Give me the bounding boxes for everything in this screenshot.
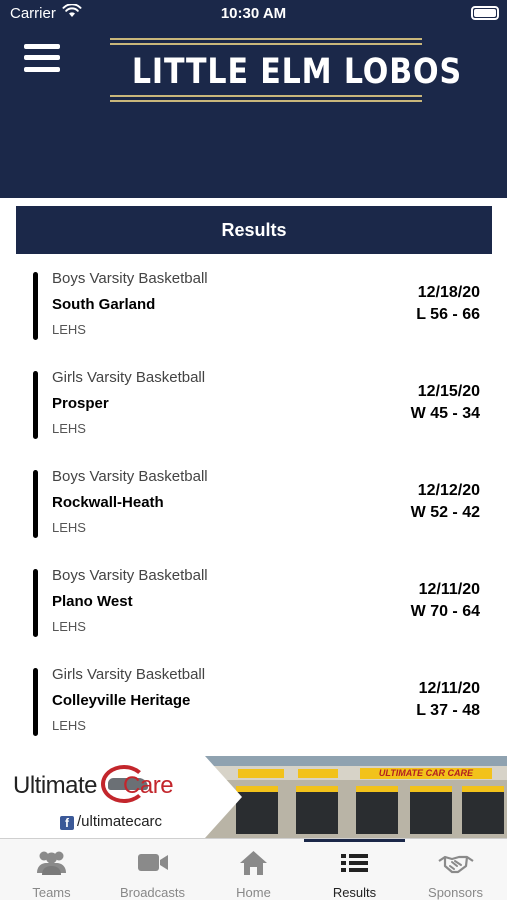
teams-icon xyxy=(1,849,102,877)
row-accent-bar xyxy=(33,668,38,736)
sponsor-brand-right: Care xyxy=(123,772,174,799)
opponent-name: Plano West xyxy=(52,593,133,610)
opponent-name: Prosper xyxy=(52,395,109,412)
game-score: W 70 - 64 xyxy=(410,603,480,620)
tab-home[interactable]: Home xyxy=(203,839,304,900)
tab-broadcasts[interactable]: Broadcasts xyxy=(102,839,203,900)
game-date: 12/11/20 xyxy=(418,680,480,697)
row-accent-bar xyxy=(33,371,38,439)
game-date: 12/12/20 xyxy=(417,482,480,499)
shop-photo: ULTIMATE CAR CARE xyxy=(200,756,507,838)
tab-label: Teams xyxy=(32,885,71,900)
row-accent-bar xyxy=(33,470,38,538)
school-label: LEHS xyxy=(52,421,86,436)
result-row[interactable]: Boys Varsity Basketball South Garland LE… xyxy=(0,270,507,369)
app-header: Carrier 10:30 AM LITTLE ELM LOBOS xyxy=(0,0,507,198)
opponent-name: South Garland xyxy=(52,296,156,313)
list-icon xyxy=(304,849,405,877)
school-label: LEHS xyxy=(52,619,86,634)
hamburger-menu-icon[interactable] xyxy=(24,42,62,74)
result-row[interactable]: Boys Varsity Basketball Rockwall-Heath L… xyxy=(0,468,507,567)
opponent-name: Colleyville Heritage xyxy=(52,692,191,709)
shop-sign: ULTIMATE CAR CARE xyxy=(360,768,492,779)
tab-bar: Teams Broadcasts Home Results Sponsors xyxy=(0,838,507,900)
row-accent-bar xyxy=(33,272,38,340)
facebook-icon: f xyxy=(60,816,74,830)
sponsor-ad-banner[interactable]: ULTIMATE CAR CARE Ultimate Care f/ultimat… xyxy=(0,756,507,838)
social-handle: /ultimatecarc xyxy=(77,813,163,830)
handshake-icon xyxy=(405,849,506,877)
team-logo-text: LITTLE ELM LOBOS xyxy=(131,52,463,92)
opponent-name: Rockwall-Heath xyxy=(52,494,164,511)
school-label: LEHS xyxy=(52,322,86,337)
tab-label: Sponsors xyxy=(428,885,483,900)
result-row[interactable]: Boys Varsity Basketball Plano West LEHS … xyxy=(0,567,507,666)
school-label: LEHS xyxy=(52,718,86,733)
game-score: W 52 - 42 xyxy=(410,504,480,521)
row-accent-bar xyxy=(33,569,38,637)
sponsor-brand-left: Ultimate xyxy=(13,772,98,799)
sport-label: Boys Varsity Basketball xyxy=(52,567,208,584)
tab-label: Results xyxy=(332,885,377,900)
status-bar: Carrier 10:30 AM xyxy=(0,0,507,28)
results-title: Results xyxy=(16,206,492,254)
game-date: 12/15/20 xyxy=(417,383,480,400)
sponsor-social: f/ultimatecarc xyxy=(60,813,162,830)
game-date: 12/18/20 xyxy=(417,284,480,301)
battery-icon xyxy=(471,6,499,20)
video-camera-icon xyxy=(102,849,203,877)
tab-sponsors[interactable]: Sponsors xyxy=(405,839,506,900)
tab-results[interactable]: Results xyxy=(304,839,405,900)
clock: 10:30 AM xyxy=(220,5,287,22)
sport-label: Girls Varsity Basketball xyxy=(52,666,206,683)
home-icon xyxy=(203,849,304,877)
sport-label: Boys Varsity Basketball xyxy=(52,468,208,485)
game-date: 12/11/20 xyxy=(418,581,480,598)
team-logo: LITTLE ELM LOBOS xyxy=(110,38,463,104)
sport-label: Boys Varsity Basketball xyxy=(52,270,208,287)
sport-label: Girls Varsity Basketball xyxy=(52,369,206,386)
result-row[interactable]: Girls Varsity Basketball Prosper LEHS 12… xyxy=(0,369,507,468)
tab-teams[interactable]: Teams xyxy=(1,839,102,900)
tab-label: Broadcasts xyxy=(119,885,186,900)
sponsor-brand: Ultimate Care xyxy=(13,772,174,800)
school-label: LEHS xyxy=(52,520,86,535)
game-score: L 37 - 48 xyxy=(416,702,480,719)
tab-label: Home xyxy=(236,885,271,900)
game-score: L 56 - 66 xyxy=(416,306,480,323)
game-score: W 45 - 34 xyxy=(410,405,480,422)
result-row[interactable]: Girls Varsity Basketball Colleyville Her… xyxy=(0,666,507,765)
